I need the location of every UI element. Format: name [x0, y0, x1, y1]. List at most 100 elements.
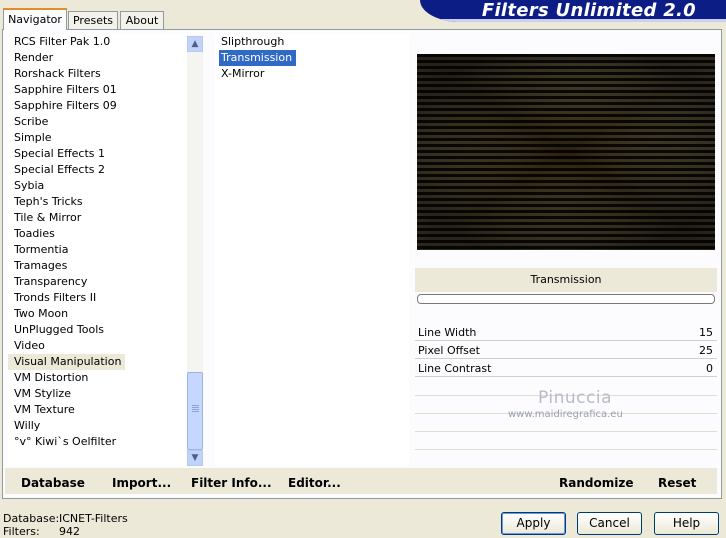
slider-line-contrast[interactable]: Line Contrast 0: [415, 361, 717, 377]
empty-slider-row: [415, 449, 717, 450]
grip-icon: [192, 405, 199, 413]
filter-item[interactable]: X-Mirror: [215, 66, 409, 82]
scroll-up-icon[interactable]: ▲: [187, 36, 203, 52]
category-item[interactable]: °v° Kiwi`s Oelfilter: [8, 434, 188, 450]
category-scrollbar[interactable]: ▲ ▼: [187, 36, 203, 466]
status-database-value: ICNET-Filters: [59, 512, 128, 525]
category-label: Visual Manipulation: [8, 354, 126, 370]
category-label: RCS Filter Pak 1.0: [14, 35, 111, 48]
slider-track[interactable]: [415, 376, 717, 377]
import-button[interactable]: Import...: [112, 476, 171, 490]
category-label: °v° Kiwi`s Oelfilter: [14, 435, 117, 448]
category-item[interactable]: Transparency: [8, 274, 188, 290]
category-label: Sybia: [14, 179, 45, 192]
category-label: Toadies: [14, 227, 55, 240]
slider-label: Line Width: [418, 326, 477, 339]
empty-slider-row: [415, 431, 717, 432]
filter-item[interactable]: Transmission: [215, 50, 409, 66]
category-item[interactable]: Tramages: [8, 258, 188, 274]
category-label: Sapphire Filters 09: [14, 99, 117, 112]
reset-button[interactable]: Reset: [658, 476, 696, 490]
slider-value: 0: [706, 362, 713, 375]
category-item[interactable]: VM Distortion: [8, 370, 188, 386]
category-label: VM Stylize: [14, 387, 71, 400]
filter-label: X-Mirror: [221, 67, 265, 80]
category-item[interactable]: Scribe: [8, 114, 188, 130]
app-banner: Filters Unlimited 2.0: [420, 0, 726, 22]
category-label: Special Effects 1: [14, 147, 106, 160]
filter-info-button[interactable]: Filter Info...: [191, 476, 272, 490]
category-item[interactable]: VM Stylize: [8, 386, 188, 402]
category-item[interactable]: Video: [8, 338, 188, 354]
selected-filter-name: Transmission: [415, 268, 717, 292]
category-label: VM Texture: [14, 403, 75, 416]
category-item[interactable]: Tile & Mirror: [8, 210, 188, 226]
category-label: Tile & Mirror: [14, 211, 82, 224]
category-label: Tronds Filters II: [14, 291, 97, 304]
category-label: Willy: [14, 419, 41, 432]
editor-button[interactable]: Editor...: [288, 476, 341, 490]
randomize-button[interactable]: Randomize: [559, 476, 633, 490]
category-item[interactable]: Toadies: [8, 226, 188, 242]
category-item[interactable]: Simple: [8, 130, 188, 146]
category-item[interactable]: Visual Manipulation: [8, 354, 188, 370]
filter-preview-image: [417, 54, 715, 250]
category-label: Rorshack Filters: [14, 67, 101, 80]
category-label: Render: [14, 51, 54, 64]
status-database: Database: ICNET-Filters: [3, 512, 128, 525]
watermark-url: www.maidiregrafica.eu: [508, 409, 623, 420]
category-label: Tramages: [14, 259, 68, 272]
category-label: Video: [14, 339, 45, 352]
category-item[interactable]: Tronds Filters II: [8, 290, 188, 306]
category-item[interactable]: Render: [8, 50, 188, 66]
category-list[interactable]: RCS Filter Pak 1.0 Render Rorshack Filters…: [8, 34, 188, 466]
cancel-button[interactable]: Cancel: [577, 512, 642, 535]
category-item[interactable]: Two Moon: [8, 306, 188, 322]
status-filters-label: Filters:: [3, 525, 40, 538]
category-item[interactable]: Sapphire Filters 01: [8, 82, 188, 98]
category-item[interactable]: Sapphire Filters 09: [8, 98, 188, 114]
category-item[interactable]: Tormentia: [8, 242, 188, 258]
status-filters: Filters: 942: [3, 525, 80, 538]
slider-label: Line Contrast: [418, 362, 492, 375]
category-label: Special Effects 2: [14, 163, 106, 176]
database-button[interactable]: Database: [21, 476, 85, 490]
slider-line-width[interactable]: Line Width 15: [415, 325, 717, 341]
category-item[interactable]: Teph's Tricks: [8, 194, 188, 210]
category-label: Scribe: [14, 115, 49, 128]
category-label: Tormentia: [14, 243, 69, 256]
help-button[interactable]: Help: [654, 512, 719, 535]
category-item[interactable]: Willy: [8, 418, 188, 434]
slider-value: 25: [699, 344, 713, 357]
apply-button[interactable]: Apply: [501, 512, 566, 535]
slider-track[interactable]: [415, 340, 717, 341]
category-item[interactable]: Rorshack Filters: [8, 66, 188, 82]
category-item[interactable]: Sybia: [8, 178, 188, 194]
category-label: Two Moon: [14, 307, 69, 320]
category-item[interactable]: VM Texture: [8, 402, 188, 418]
watermark-name: Pinuccia: [538, 388, 612, 408]
banner-title: Filters Unlimited 2.0: [481, 0, 696, 21]
scroll-thumb[interactable]: [187, 372, 203, 450]
filter-list[interactable]: Slipthrough Transmission X-Mirror: [215, 34, 409, 466]
progress-bar: [417, 294, 715, 304]
slider-track[interactable]: [415, 358, 717, 359]
category-label: Simple: [14, 131, 52, 144]
category-item[interactable]: Special Effects 1: [8, 146, 188, 162]
tab-navigator[interactable]: Navigator: [3, 8, 67, 30]
category-item[interactable]: UnPlugged Tools: [8, 322, 188, 338]
category-item[interactable]: Special Effects 2: [8, 162, 188, 178]
slider-label: Pixel Offset: [418, 344, 480, 357]
category-label: Transparency: [14, 275, 88, 288]
filter-item[interactable]: Slipthrough: [215, 34, 409, 50]
slider-pixel-offset[interactable]: Pixel Offset 25: [415, 343, 717, 359]
filter-label: Slipthrough: [221, 35, 285, 48]
status-database-label: Database:: [3, 512, 60, 525]
tab-presets[interactable]: Presets: [68, 11, 118, 29]
category-label: VM Distortion: [14, 371, 89, 384]
filter-label: Transmission: [219, 50, 297, 66]
category-item[interactable]: RCS Filter Pak 1.0: [8, 34, 188, 50]
category-label: UnPlugged Tools: [14, 323, 104, 336]
tab-about[interactable]: About: [120, 11, 164, 29]
scroll-down-icon[interactable]: ▼: [187, 450, 203, 466]
